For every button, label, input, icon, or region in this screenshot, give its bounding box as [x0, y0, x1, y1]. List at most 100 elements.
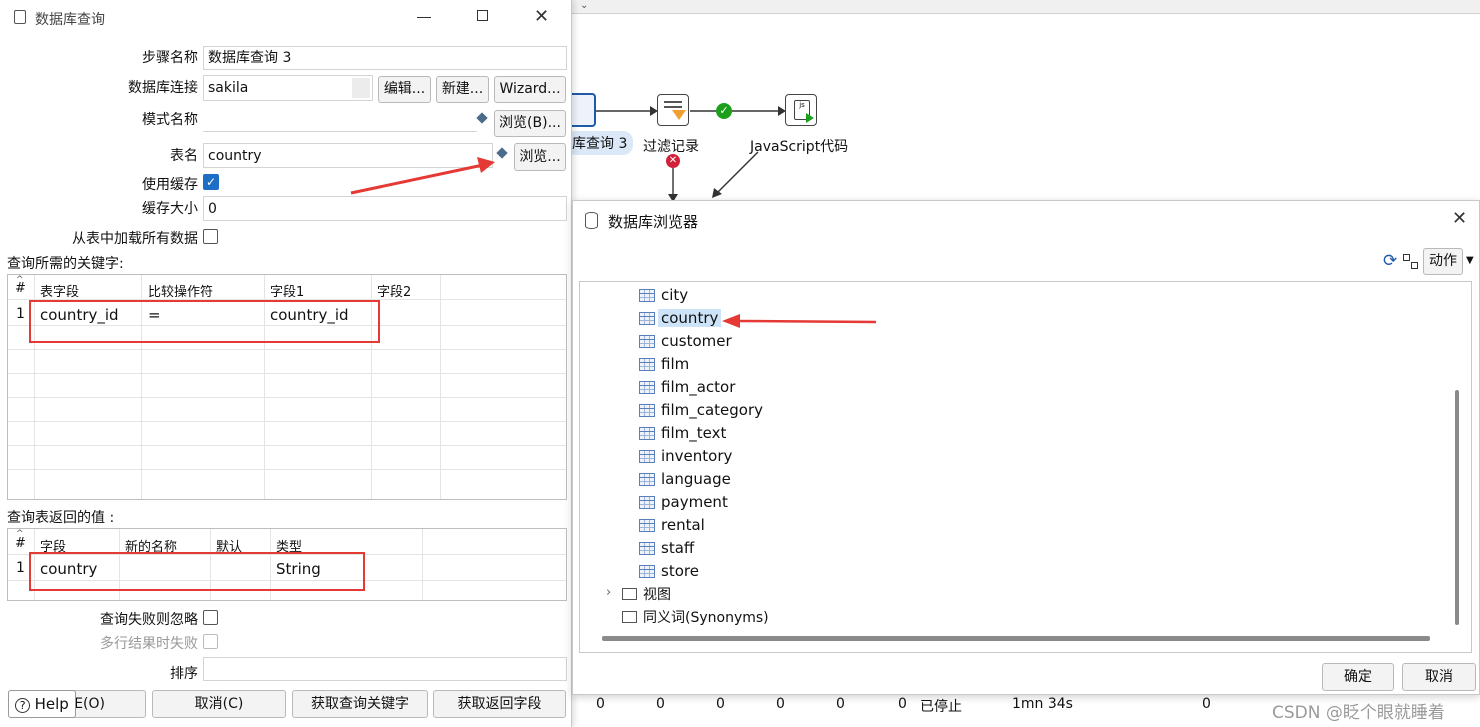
vertical-scrollbar[interactable]: [1455, 390, 1459, 625]
error-hop-arrow: [668, 168, 678, 202]
step-name-label: 步骤名称: [142, 50, 198, 66]
tree-item-label: country: [658, 309, 722, 327]
wizard-button[interactable]: Wizard...: [494, 76, 566, 103]
get-fields-button[interactable]: 获取返回字段: [433, 690, 566, 718]
tree-item-label: film_category: [661, 401, 764, 419]
get-keys-button[interactable]: 获取查询关键字: [292, 690, 428, 718]
filter-node[interactable]: [657, 94, 689, 126]
action-button[interactable]: 动作: [1423, 248, 1463, 275]
tree-item-label: rental: [661, 516, 705, 534]
tree-item-label: store: [661, 562, 699, 580]
table-icon: [639, 518, 655, 532]
bg-cell: 0: [656, 696, 665, 712]
tree-item-label: language: [661, 470, 731, 488]
return-header-num[interactable]: #: [15, 536, 26, 551]
tree-item-table[interactable]: film: [639, 353, 689, 375]
dialog-app-icon: [14, 10, 26, 24]
db-browser-dialog: 数据库浏览器 ✕ ⟳ 动作 ▼ city country customer fi…: [572, 200, 1480, 695]
tree-item-table[interactable]: staff: [639, 537, 694, 559]
annotation-arrow: [350, 157, 495, 195]
browse-button[interactable]: 浏览...: [514, 143, 566, 171]
tree-item-table[interactable]: language: [639, 468, 731, 490]
watermark: CSDN @眨个眼就睡着: [1272, 703, 1445, 723]
keys-header-field[interactable]: 表字段: [40, 281, 79, 300]
keys-header-f2[interactable]: 字段2: [377, 281, 411, 300]
refresh-icon[interactable]: ⟳: [1383, 251, 1397, 271]
tree-item-label: film_actor: [661, 378, 736, 396]
tree-item-table-selected[interactable]: country: [639, 307, 722, 329]
edit-button[interactable]: 编辑...: [378, 76, 431, 103]
db-lookup-node[interactable]: [568, 93, 596, 127]
confirm-button[interactable]: 确定: [1322, 663, 1394, 691]
new-button[interactable]: 新建...: [436, 76, 489, 103]
bg-cell: 0: [1202, 696, 1211, 712]
tree-item-table[interactable]: film_category: [639, 399, 763, 421]
horizontal-scrollbar[interactable]: [602, 636, 1430, 641]
table-row: 1: [16, 306, 25, 322]
node1-label: 库查询 3: [566, 131, 634, 155]
highlight-box: [29, 300, 380, 343]
tree-panel[interactable]: city country customer film film_actor fi…: [579, 281, 1472, 653]
bg-cell: 0: [596, 696, 605, 712]
tree-item-table[interactable]: film_text: [639, 422, 726, 444]
table-icon: [639, 564, 655, 578]
table-icon: [639, 311, 655, 325]
folder-icon: [622, 588, 637, 600]
db-conn-label: 数据库连接: [128, 80, 198, 96]
step-name-input[interactable]: 数据库查询 3: [203, 46, 567, 70]
tree-item-table[interactable]: city: [639, 284, 688, 306]
node2-label: 过滤记录: [643, 139, 699, 155]
action-dropdown-icon[interactable]: ▼: [1466, 255, 1474, 266]
tree-item-label: staff: [661, 539, 695, 557]
browse-b-button[interactable]: 浏览(B)...: [494, 110, 566, 137]
schema-input[interactable]: [203, 108, 477, 132]
folder-icon: [622, 611, 637, 623]
tree-item-table[interactable]: inventory: [639, 445, 732, 467]
table-icon: [639, 380, 655, 394]
expand-tree-icon[interactable]: [1403, 254, 1418, 269]
help-label: Help: [34, 695, 69, 713]
db-conn-dropdown[interactable]: [352, 78, 370, 98]
load-all-checkbox[interactable]: [203, 229, 218, 244]
keys-header-op[interactable]: 比较操作符: [148, 281, 213, 300]
bg-cell: 已停止: [920, 699, 962, 715]
help-button[interactable]: ? Help: [8, 690, 76, 718]
table-name-label: 表名: [170, 148, 198, 164]
canvas-dropdown-icon[interactable]: ⌄: [580, 0, 598, 11]
table-icon: [639, 288, 655, 302]
close-icon[interactable]: ✕: [534, 6, 549, 27]
maximize-icon[interactable]: [477, 10, 488, 21]
keys-header-num[interactable]: #: [15, 281, 26, 296]
tree-item-table[interactable]: store: [639, 560, 699, 582]
cancel-button[interactable]: 取消(C): [152, 690, 286, 718]
canvas-top-bar: [572, 0, 1480, 14]
db-conn-value: sakila: [208, 80, 249, 96]
variable-diamond-icon: [476, 112, 488, 124]
hop-arrow-1: [596, 106, 658, 116]
close-icon[interactable]: ✕: [1452, 208, 1467, 229]
minimize-icon[interactable]: [417, 17, 431, 18]
fail-ignore-checkbox[interactable]: [203, 610, 218, 625]
table-icon: [639, 472, 655, 486]
tree-item-label: 视图: [643, 587, 671, 603]
tree-item-folder-views[interactable]: 视图: [622, 583, 671, 605]
order-input[interactable]: [203, 657, 567, 681]
multi-fail-checkbox: [203, 634, 218, 649]
expand-chevron-icon[interactable]: ›: [606, 585, 611, 600]
table-icon: [639, 334, 655, 348]
keys-header-f1[interactable]: 字段1: [270, 281, 304, 300]
tree-item-folder-synonyms[interactable]: 同义词(Synonyms): [622, 606, 769, 628]
cancel-button[interactable]: 取消: [1402, 663, 1476, 691]
cache-size-label: 缓存大小: [142, 201, 198, 217]
order-label: 排序: [170, 666, 198, 682]
tree-item-table[interactable]: customer: [639, 330, 732, 352]
tree-item-table[interactable]: rental: [639, 514, 705, 536]
hop-arrow-3: [712, 151, 759, 198]
browser-title: 数据库浏览器: [608, 213, 699, 231]
use-cache-checkbox[interactable]: ✓: [203, 174, 219, 190]
javascript-node[interactable]: js: [785, 94, 817, 126]
table-icon: [639, 449, 655, 463]
tree-item-table[interactable]: film_actor: [639, 376, 735, 398]
db-conn-select[interactable]: sakila: [203, 75, 373, 101]
tree-item-table[interactable]: payment: [639, 491, 728, 513]
